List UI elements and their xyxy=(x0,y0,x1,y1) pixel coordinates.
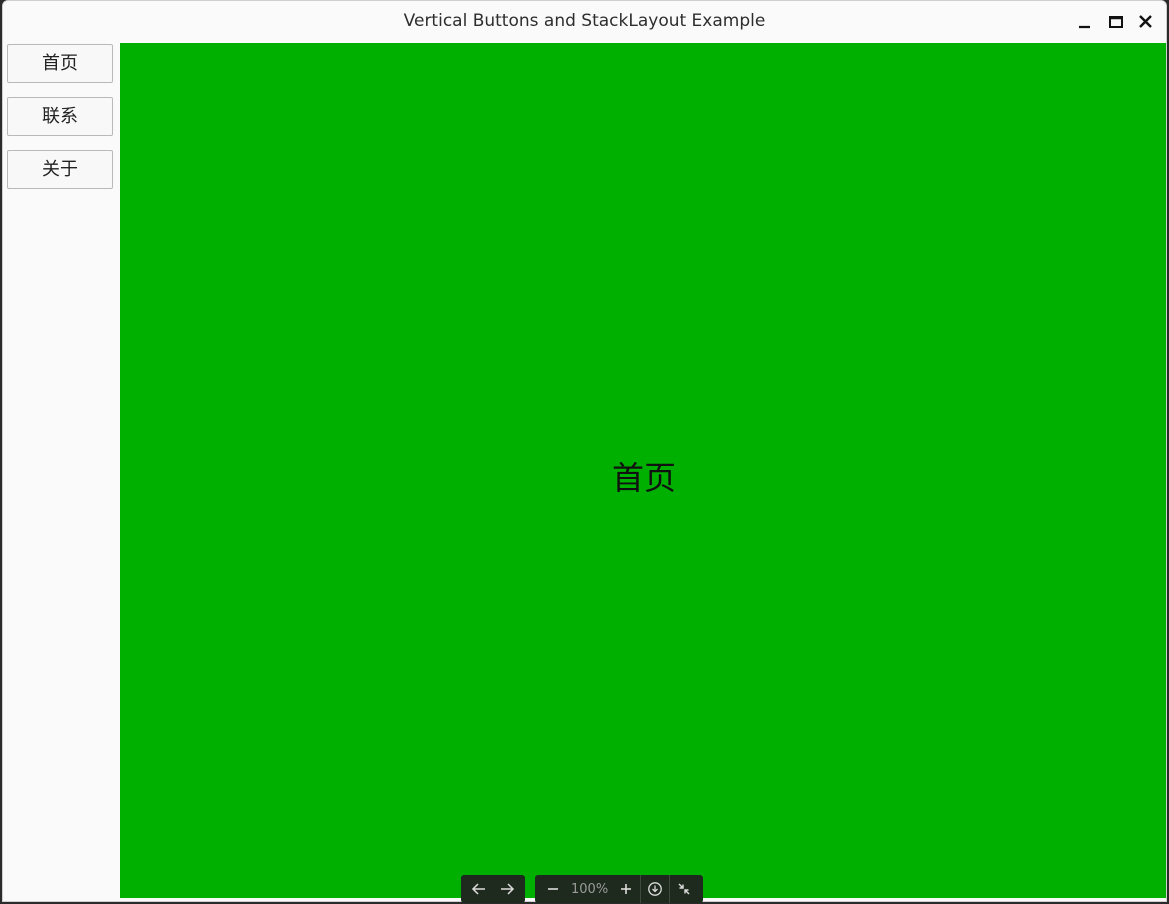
close-icon[interactable] xyxy=(1136,12,1156,32)
viewer-zoom-toolbar: 100% xyxy=(535,875,703,903)
sidebar: 首页 联系 关于 xyxy=(3,43,120,901)
zoom-level: 100% xyxy=(571,881,609,897)
home-button[interactable]: 首页 xyxy=(7,44,113,83)
arrow-left-icon[interactable] xyxy=(465,875,493,903)
window-title: Vertical Buttons and StackLayout Example xyxy=(403,11,766,31)
viewer-nav-toolbar xyxy=(461,875,525,903)
contact-button[interactable]: 联系 xyxy=(7,97,113,136)
about-button[interactable]: 关于 xyxy=(7,150,113,189)
zoom-out-icon[interactable] xyxy=(539,875,567,903)
collapse-icon[interactable] xyxy=(670,875,698,903)
page-label: 首页 xyxy=(611,459,676,497)
title-bar[interactable]: Vertical Buttons and StackLayout Example xyxy=(3,1,1166,43)
minimize-icon[interactable] xyxy=(1075,12,1095,32)
maximize-icon[interactable] xyxy=(1106,12,1126,32)
arrow-right-icon[interactable] xyxy=(493,875,521,903)
app-window: Vertical Buttons and StackLayout Example… xyxy=(2,0,1167,902)
stack-content-page: 首页 xyxy=(120,43,1166,898)
zoom-in-icon[interactable] xyxy=(612,875,640,903)
download-icon[interactable] xyxy=(641,875,669,903)
